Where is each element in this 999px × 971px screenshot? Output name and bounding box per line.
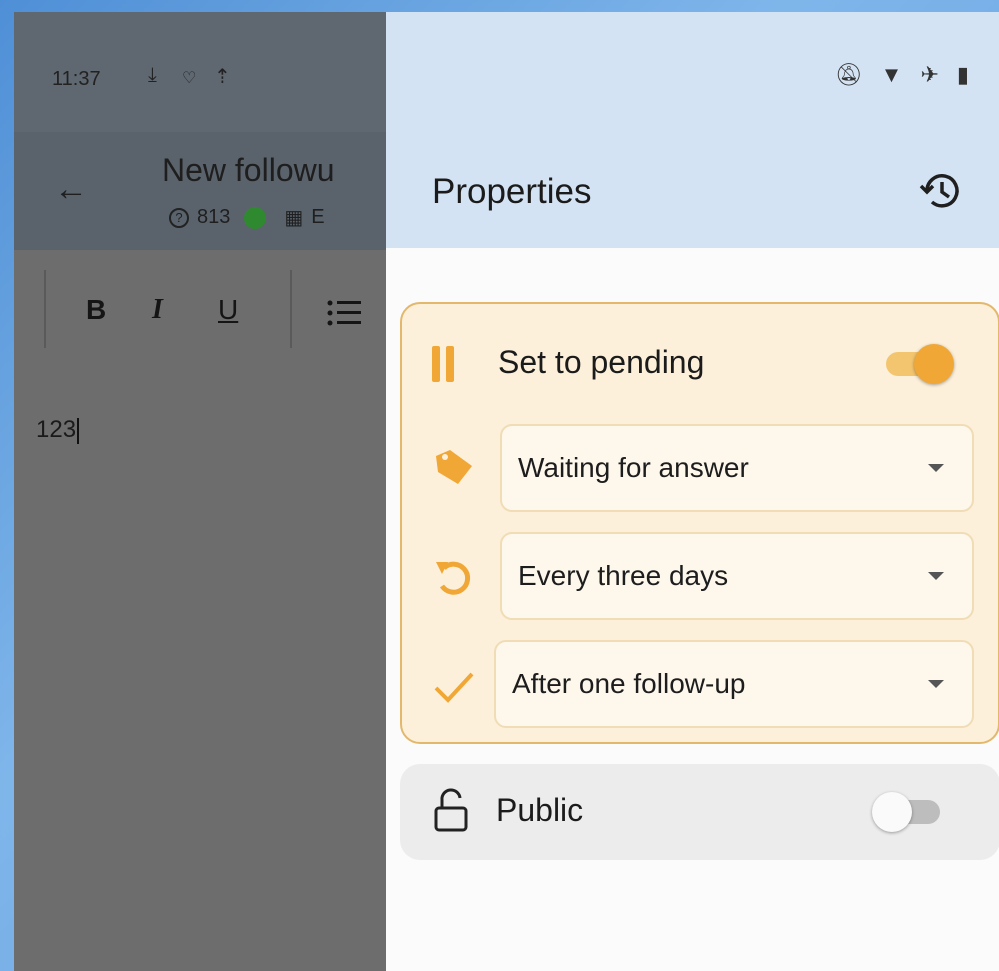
italic-button[interactable]: I [152, 294, 163, 326]
properties-panel: 🔕︎ ▼ ✈︎ ▮ Properties Set to pending Wait… [386, 12, 999, 971]
panel-header: 🔕︎ ▼ ✈︎ ▮ Properties [386, 12, 999, 248]
document-title: New followu [162, 152, 335, 188]
pending-label: Set to pending [498, 344, 705, 380]
repeat-icon [436, 561, 471, 595]
status-bar: 11:37 ⤓ ♡ ⇡ [14, 12, 386, 132]
ticket-number: 813 [197, 206, 231, 228]
pending-state-select[interactable]: Waiting for answer [500, 424, 974, 512]
unlock-icon [434, 788, 468, 832]
upload-icon: ⇡ [214, 66, 231, 88]
toolbar-divider [44, 270, 46, 348]
public-toggle[interactable] [872, 792, 948, 832]
organization-icon: ▦ [284, 207, 304, 229]
panel-title: Properties [432, 172, 592, 211]
wifi-icon: ▼ [880, 62, 903, 87]
check-icon [434, 672, 474, 703]
editor-body[interactable]: 123 [36, 416, 80, 444]
public-label: Public [496, 792, 584, 828]
editor-screen-dimmed: 11:37 ⤓ ♡ ⇡ ← New followu ? 813 ▦ E B I … [14, 12, 386, 971]
underline-button[interactable]: U [218, 294, 238, 326]
editor-text: 123 [36, 416, 77, 443]
ticket-meta: ? 813 ▦ E [169, 205, 325, 230]
pause-icon [432, 346, 456, 382]
pending-stop-select[interactable]: After one follow-up [494, 640, 974, 728]
pending-interval-value: Every three days [518, 560, 729, 591]
pending-toggle[interactable] [878, 344, 954, 384]
bell-off-icon: 🔕︎ [834, 62, 863, 87]
download-icon: ⤓ [148, 64, 157, 86]
status-dot-icon [244, 206, 267, 229]
pending-settings-card: Set to pending Waiting for answer Every … [400, 302, 999, 744]
question-icon: ? [169, 207, 189, 228]
organization-abbrev: E [311, 206, 325, 228]
device-screen: 11:37 ⤓ ♡ ⇡ ← New followu ? 813 ▦ E B I … [14, 12, 999, 971]
public-settings-card: Public [400, 764, 999, 860]
chevron-down-icon [928, 680, 944, 688]
chevron-down-icon [928, 464, 944, 472]
pending-state-value: Waiting for answer [518, 452, 749, 483]
status-clock: 11:37 [52, 68, 101, 90]
status-icons: 🔕︎ ▼ ✈︎ ▮ [835, 62, 969, 88]
signal-icon: ♡ [182, 70, 197, 87]
back-arrow-icon[interactable]: ← [54, 172, 88, 206]
battery-icon: ▮ [956, 62, 969, 87]
pending-interval-select[interactable]: Every three days [500, 532, 974, 620]
history-icon[interactable] [917, 166, 967, 216]
chevron-down-icon [928, 572, 944, 580]
text-caret [77, 417, 80, 444]
airplane-icon: ✈︎ [920, 62, 939, 87]
toolbar-divider [290, 270, 292, 348]
pending-stop-value: After one follow-up [512, 668, 746, 699]
bullet-list-icon[interactable] [326, 298, 362, 328]
bold-button[interactable]: B [86, 294, 106, 326]
tag-icon [436, 450, 472, 484]
